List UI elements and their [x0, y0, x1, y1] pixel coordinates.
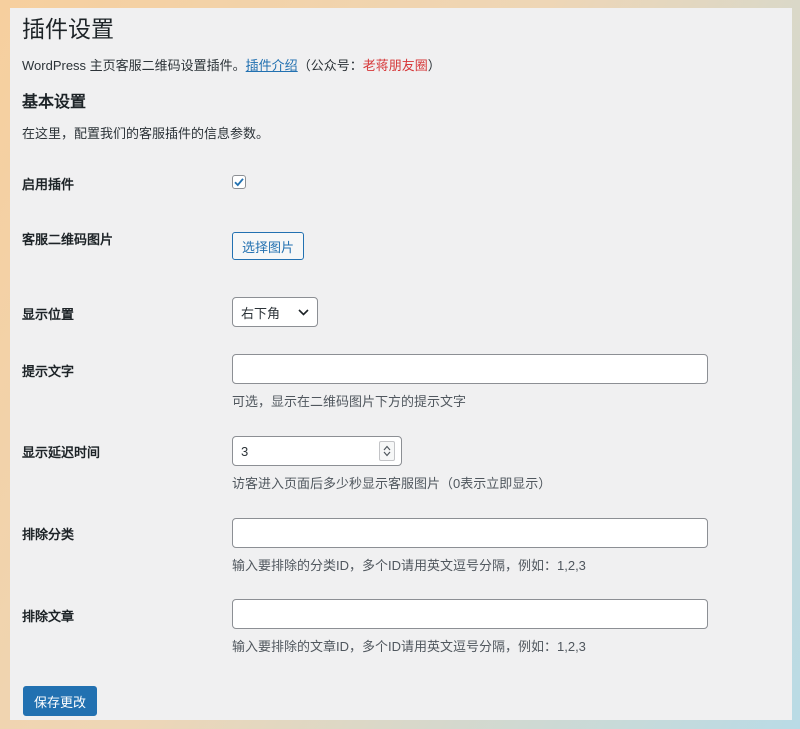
tip-text-field — [232, 354, 708, 384]
intro-paren-close: ） — [427, 58, 441, 73]
checkmark-icon — [234, 178, 244, 187]
intro-line: WordPress 主页客服二维码设置插件。插件介绍（公众号：老蒋朋友圈） — [22, 55, 441, 74]
plugin-intro-link[interactable]: 插件介绍 — [246, 58, 298, 73]
wechat-account-name: 老蒋朋友圈 — [362, 58, 428, 73]
save-changes-button[interactable]: 保存更改 — [23, 686, 98, 716]
delay-value: 3 — [241, 443, 249, 459]
tip-text-help: 可选，显示在二维码图片下方的提示文字 — [232, 394, 467, 409]
enable-plugin-checkbox[interactable] — [232, 175, 246, 189]
section-title: 基本设置 — [22, 94, 87, 111]
tip-text-label: 提示文字 — [22, 364, 75, 379]
exclude-categories-field — [232, 518, 708, 548]
exclude-categories-input[interactable] — [232, 518, 708, 548]
position-label: 显示位置 — [22, 307, 75, 322]
settings-panel: 插件设置 WordPress 主页客服二维码设置插件。插件介绍（公众号：老蒋朋友… — [10, 8, 792, 720]
enable-plugin-field — [232, 175, 246, 189]
position-select-value: 右下角 — [241, 305, 281, 321]
exclude-categories-help: 输入要排除的分类ID，多个ID请用英文逗号分隔，例如：1,2,3 — [232, 558, 586, 573]
select-image-button[interactable]: 选择图片 — [232, 232, 305, 260]
tip-text-input[interactable] — [232, 354, 708, 384]
number-spinner[interactable] — [379, 441, 395, 461]
exclude-categories-label: 排除分类 — [22, 527, 75, 542]
exclude-posts-field — [232, 599, 708, 629]
qr-image-field: 选择图片 — [232, 232, 305, 260]
exclude-posts-help: 输入要排除的文章ID，多个ID请用英文逗号分隔，例如：1,2,3 — [232, 639, 586, 654]
delay-help: 访客进入页面后多少秒显示客服图片（0表示立即显示） — [232, 476, 552, 491]
chevron-down-icon — [298, 308, 309, 316]
qr-image-label: 客服二维码图片 — [22, 232, 114, 247]
section-description: 在这里，配置我们的客服插件的信息参数。 — [22, 126, 270, 141]
intro-paren-open: （公众号： — [297, 58, 363, 73]
page-title: 插件设置 — [22, 16, 114, 42]
enable-plugin-label: 启用插件 — [22, 177, 75, 192]
position-select[interactable]: 右下角 — [232, 297, 318, 327]
spinner-down-icon[interactable] — [383, 451, 391, 457]
position-field: 右下角 — [232, 297, 318, 327]
intro-text: WordPress 主页客服二维码设置插件。 — [22, 58, 246, 73]
delay-number-input[interactable]: 3 — [232, 436, 402, 466]
delay-field: 3 — [232, 436, 402, 466]
exclude-posts-label: 排除文章 — [22, 609, 75, 624]
exclude-posts-input[interactable] — [232, 599, 708, 629]
delay-label: 显示延迟时间 — [22, 445, 101, 460]
